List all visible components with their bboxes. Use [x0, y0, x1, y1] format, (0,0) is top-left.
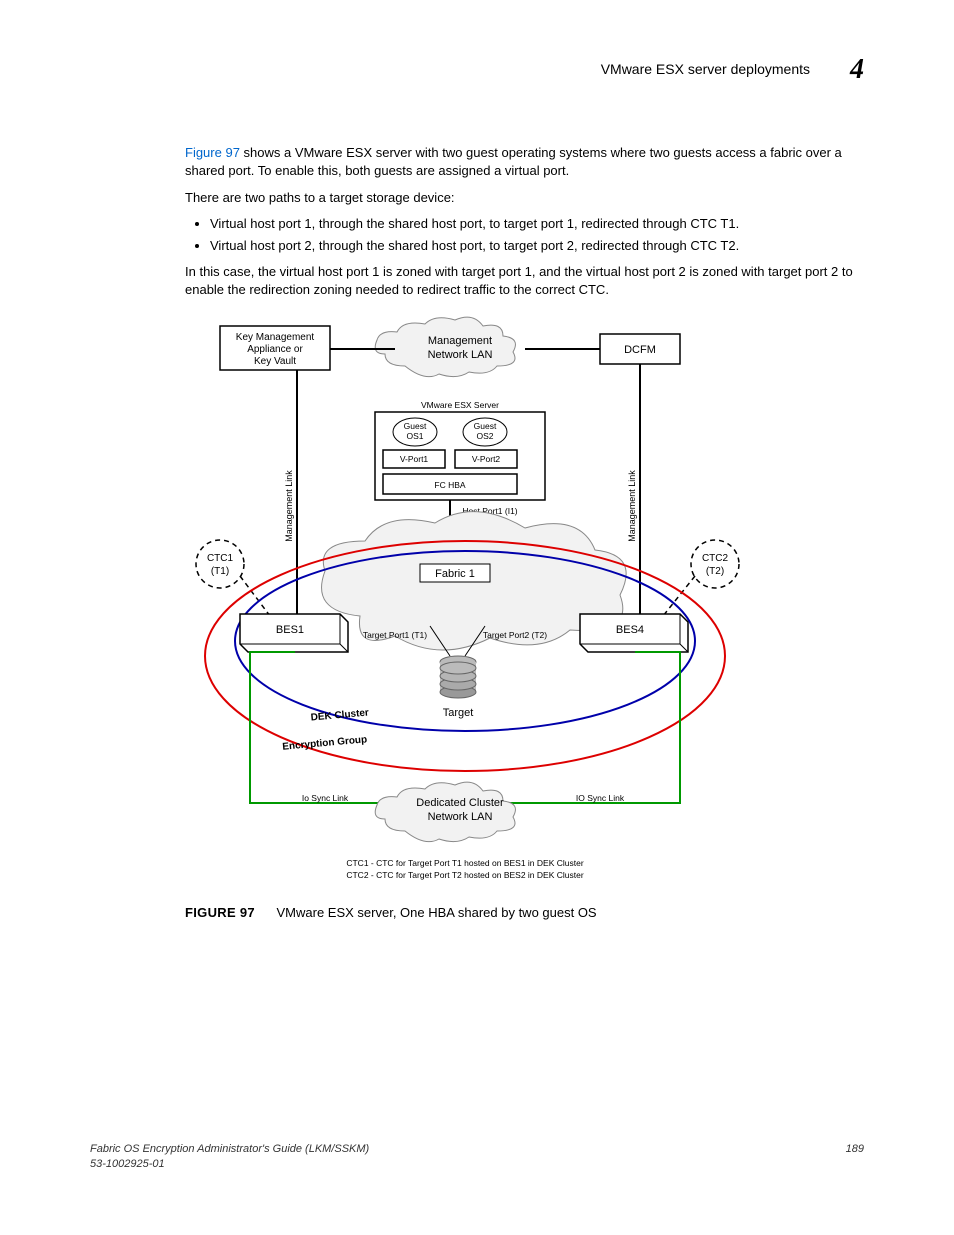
note2: CTC2 - CTC for Target Port T2 hosted on … — [346, 870, 583, 880]
mgmt-link-left: Management Link — [284, 469, 294, 541]
guest2a: Guest — [474, 421, 497, 431]
mgmt-lan-1: Management — [428, 335, 492, 347]
paragraph-1-text: shows a VMware ESX server with two guest… — [185, 145, 842, 178]
guest1b: OS1 — [406, 431, 423, 441]
guest1a: Guest — [404, 421, 427, 431]
bullet-item-2: Virtual host port 2, through the shared … — [210, 237, 864, 255]
diagram-svg: Key Management Appliance or Key Vault Ma… — [185, 316, 745, 896]
paragraph-3: In this case, the virtual host port 1 is… — [185, 263, 864, 299]
bes1: BES1 — [276, 624, 304, 636]
tp1: Target Port1 (T1) — [363, 630, 427, 640]
kma-line2: Appliance or — [247, 344, 303, 355]
fchba: FC HBA — [434, 480, 466, 490]
target-icon — [440, 656, 476, 698]
io2: IO Sync Link — [576, 793, 625, 803]
bullet-list: Virtual host port 1, through the shared … — [210, 215, 864, 255]
doc-title: Fabric OS Encryption Administrator's Gui… — [90, 1142, 369, 1157]
main-content: Figure 97 shows a VMware ESX server with… — [185, 144, 864, 922]
bes4: BES4 — [616, 624, 644, 636]
page-header: VMware ESX server deployments 4 — [90, 50, 864, 89]
dcfm-label: DCFM — [624, 344, 656, 356]
paragraph-1: Figure 97 shows a VMware ESX server with… — [185, 144, 864, 180]
chapter-number: 4 — [850, 50, 864, 89]
fabric-label: Fabric 1 — [435, 568, 475, 580]
dc1: Dedicated Cluster — [416, 797, 504, 809]
note1: CTC1 - CTC for Target Port T1 hosted on … — [346, 858, 583, 868]
page-footer: Fabric OS Encryption Administrator's Gui… — [90, 1142, 864, 1173]
ctc1a: CTC1 — [207, 553, 234, 564]
mgmt-link-right: Management Link — [627, 469, 637, 541]
ctc2a: CTC2 — [702, 553, 729, 564]
esx-label: VMware ESX Server — [421, 400, 499, 410]
footer-left: Fabric OS Encryption Administrator's Gui… — [90, 1142, 369, 1173]
vport2: V-Port2 — [472, 454, 501, 464]
page-number: 189 — [846, 1142, 864, 1173]
ctc1b: (T1) — [211, 566, 229, 577]
ctc2b: (T2) — [706, 566, 724, 577]
figure-reference-link[interactable]: Figure 97 — [185, 145, 240, 160]
dc2: Network LAN — [428, 811, 493, 823]
guest2b: OS2 — [476, 431, 493, 441]
tp2: Target Port2 (T2) — [483, 630, 547, 640]
kma-line3: Key Vault — [254, 356, 296, 367]
figure-caption-text: VMware ESX server, One HBA shared by two… — [277, 905, 597, 920]
section-title: VMware ESX server deployments — [601, 60, 810, 80]
kma-line1: Key Management — [236, 332, 315, 343]
paragraph-2: There are two paths to a target storage … — [185, 189, 864, 207]
io1: Io Sync Link — [302, 793, 349, 803]
target-label: Target — [443, 707, 474, 719]
vport1: V-Port1 — [400, 454, 429, 464]
eg-label: Encryption Group — [282, 734, 368, 752]
figure-97: Key Management Appliance or Key Vault Ma… — [185, 316, 864, 922]
mgmt-lan-2: Network LAN — [428, 349, 493, 361]
figure-label: FIGURE 97 — [185, 905, 255, 920]
doc-number: 53-1002925-01 — [90, 1157, 369, 1172]
figure-caption: FIGURE 97 VMware ESX server, One HBA sha… — [185, 904, 864, 922]
bullet-item-1: Virtual host port 1, through the shared … — [210, 215, 864, 233]
